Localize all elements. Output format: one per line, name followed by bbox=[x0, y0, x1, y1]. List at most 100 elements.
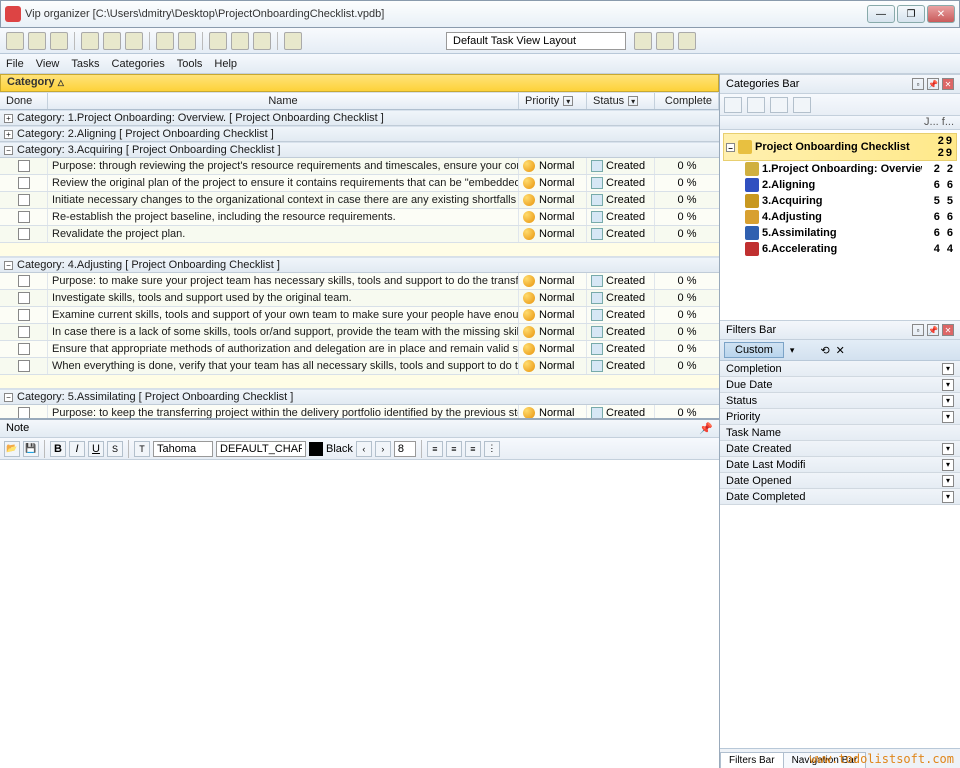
tool-cut-icon[interactable] bbox=[81, 32, 99, 50]
bold-button[interactable]: B bbox=[50, 441, 66, 457]
panel-dock-icon[interactable]: ▫ bbox=[912, 324, 924, 336]
menu-view[interactable]: View bbox=[36, 58, 60, 70]
tool-paste-icon[interactable] bbox=[125, 32, 143, 50]
task-row[interactable]: Review the original plan of the project … bbox=[0, 175, 719, 192]
menu-help[interactable]: Help bbox=[214, 58, 237, 70]
filter-row[interactable]: Completion▾ bbox=[720, 361, 960, 377]
task-row[interactable]: Purpose: to make sure your project team … bbox=[0, 273, 719, 290]
tool-open-icon[interactable] bbox=[28, 32, 46, 50]
done-checkbox[interactable] bbox=[18, 211, 30, 223]
done-checkbox[interactable] bbox=[18, 177, 30, 189]
note-open-icon[interactable]: 📂 bbox=[4, 441, 20, 457]
color-swatch[interactable] bbox=[309, 442, 323, 456]
tool-redo-icon[interactable] bbox=[178, 32, 196, 50]
filter-row[interactable]: Due Date▾ bbox=[720, 377, 960, 393]
align-left-button[interactable]: ≡ bbox=[427, 441, 443, 457]
col-complete[interactable]: Complete bbox=[655, 93, 719, 109]
panel-pin-icon[interactable]: 📌 bbox=[927, 78, 939, 90]
cat-new-icon[interactable] bbox=[724, 97, 742, 113]
dropdown-icon[interactable]: ▾ bbox=[942, 459, 954, 471]
done-checkbox[interactable] bbox=[18, 326, 30, 338]
note-editor[interactable] bbox=[0, 460, 719, 768]
dropdown-icon[interactable]: ▾ bbox=[942, 395, 954, 407]
task-row[interactable]: Revalidate the project plan.NormalCreate… bbox=[0, 226, 719, 243]
charset-input[interactable] bbox=[216, 441, 306, 457]
dropdown-icon[interactable]: ▾ bbox=[942, 379, 954, 391]
tree-item[interactable]: −Project Onboarding Checklist29 29 bbox=[723, 133, 957, 161]
tool-find-icon[interactable] bbox=[231, 32, 249, 50]
group-row[interactable]: +Category: 1.Project Onboarding: Overvie… bbox=[0, 110, 719, 126]
col-done[interactable]: Done bbox=[0, 93, 48, 109]
menu-categories[interactable]: Categories bbox=[112, 58, 165, 70]
categories-tree[interactable]: −Project Onboarding Checklist29 291.Proj… bbox=[720, 130, 960, 320]
strike-button[interactable]: S bbox=[107, 441, 123, 457]
task-row[interactable]: Examine current skills, tools and suppor… bbox=[0, 307, 719, 324]
tree-item[interactable]: 1.Project Onboarding: Overview.2 2 bbox=[723, 161, 957, 177]
pin-icon[interactable]: 📌 bbox=[699, 422, 713, 435]
menu-tools[interactable]: Tools bbox=[177, 58, 203, 70]
dropdown-icon[interactable]: ▾ bbox=[942, 363, 954, 375]
expand-icon[interactable]: − bbox=[4, 146, 13, 155]
font-family-input[interactable] bbox=[153, 441, 213, 457]
tool-print-icon[interactable] bbox=[209, 32, 227, 50]
dropdown-icon[interactable]: ▾ bbox=[942, 491, 954, 503]
expand-icon[interactable]: + bbox=[4, 130, 13, 139]
expand-icon[interactable]: − bbox=[4, 393, 13, 402]
col-status[interactable]: Status▾ bbox=[587, 93, 655, 109]
cat-edit-icon[interactable] bbox=[747, 97, 765, 113]
italic-button[interactable]: I bbox=[69, 441, 85, 457]
done-checkbox[interactable] bbox=[18, 160, 30, 172]
layout-selector[interactable] bbox=[446, 32, 626, 50]
dropdown-icon[interactable]: ▾ bbox=[563, 96, 573, 106]
group-row[interactable]: −Category: 5.Assimilating [ Project Onbo… bbox=[0, 389, 719, 405]
done-checkbox[interactable] bbox=[18, 343, 30, 355]
task-row[interactable]: Purpose: to keep the transferring projec… bbox=[0, 405, 719, 419]
tree-item[interactable]: 3.Acquiring5 5 bbox=[723, 193, 957, 209]
panel-close-icon[interactable]: ✕ bbox=[942, 324, 954, 336]
filter-row[interactable]: Status▾ bbox=[720, 393, 960, 409]
panel-close-icon[interactable]: ✕ bbox=[942, 78, 954, 90]
group-row[interactable]: −Category: 4.Adjusting [ Project Onboard… bbox=[0, 257, 719, 273]
bullets-button[interactable]: ⋮ bbox=[484, 441, 500, 457]
tool-layout-opts-icon[interactable] bbox=[634, 32, 652, 50]
menu-file[interactable]: File bbox=[6, 58, 24, 70]
filter-delete-icon[interactable]: ✕ bbox=[836, 344, 845, 357]
minimize-button[interactable]: — bbox=[867, 5, 895, 23]
cat-del-icon[interactable] bbox=[793, 97, 811, 113]
dropdown-icon[interactable]: ▾ bbox=[942, 411, 954, 423]
tab-filters-bar[interactable]: Filters Bar bbox=[720, 752, 784, 768]
tree-item[interactable]: 6.Accelerating4 4 bbox=[723, 241, 957, 257]
font-size-input[interactable] bbox=[394, 441, 416, 457]
category-header[interactable]: Category △ bbox=[0, 74, 719, 92]
close-button[interactable]: ✕ bbox=[927, 5, 955, 23]
panel-dock-icon[interactable]: ▫ bbox=[912, 78, 924, 90]
dropdown-icon[interactable]: ▾ bbox=[628, 96, 638, 106]
col-priority[interactable]: Priority▾ bbox=[519, 93, 587, 109]
tool-wrench-icon[interactable] bbox=[656, 32, 674, 50]
filter-row[interactable]: Task Name bbox=[720, 425, 960, 441]
align-center-button[interactable]: ≡ bbox=[446, 441, 462, 457]
expand-icon[interactable]: + bbox=[4, 114, 13, 123]
tool-undo-icon[interactable] bbox=[156, 32, 174, 50]
align-right-button[interactable]: ≡ bbox=[465, 441, 481, 457]
underline-button[interactable]: U bbox=[88, 441, 104, 457]
menu-tasks[interactable]: Tasks bbox=[71, 58, 99, 70]
tree-item[interactable]: 4.Adjusting6 6 bbox=[723, 209, 957, 225]
filter-preset-selector[interactable]: Custom bbox=[724, 342, 784, 358]
group-row[interactable]: −Category: 3.Acquiring [ Project Onboard… bbox=[0, 142, 719, 158]
size-down-button[interactable]: ‹ bbox=[356, 441, 372, 457]
filter-row[interactable]: Priority▾ bbox=[720, 409, 960, 425]
note-save-icon[interactable]: 💾 bbox=[23, 441, 39, 457]
task-row[interactable]: Ensure that appropriate methods of autho… bbox=[0, 341, 719, 358]
done-checkbox[interactable] bbox=[18, 292, 30, 304]
done-checkbox[interactable] bbox=[18, 275, 30, 287]
tool-delete-icon[interactable] bbox=[253, 32, 271, 50]
tree-item[interactable]: 2.Aligning6 6 bbox=[723, 177, 957, 193]
task-row[interactable]: When everything is done, verify that you… bbox=[0, 358, 719, 375]
tool-flag-icon[interactable] bbox=[284, 32, 302, 50]
filter-row[interactable]: Date Last Modifi▾ bbox=[720, 457, 960, 473]
task-grid[interactable]: +Category: 1.Project Onboarding: Overvie… bbox=[0, 110, 719, 419]
filter-clear-icon[interactable]: ⟲ bbox=[820, 344, 829, 357]
size-up-button[interactable]: › bbox=[375, 441, 391, 457]
done-checkbox[interactable] bbox=[18, 309, 30, 321]
